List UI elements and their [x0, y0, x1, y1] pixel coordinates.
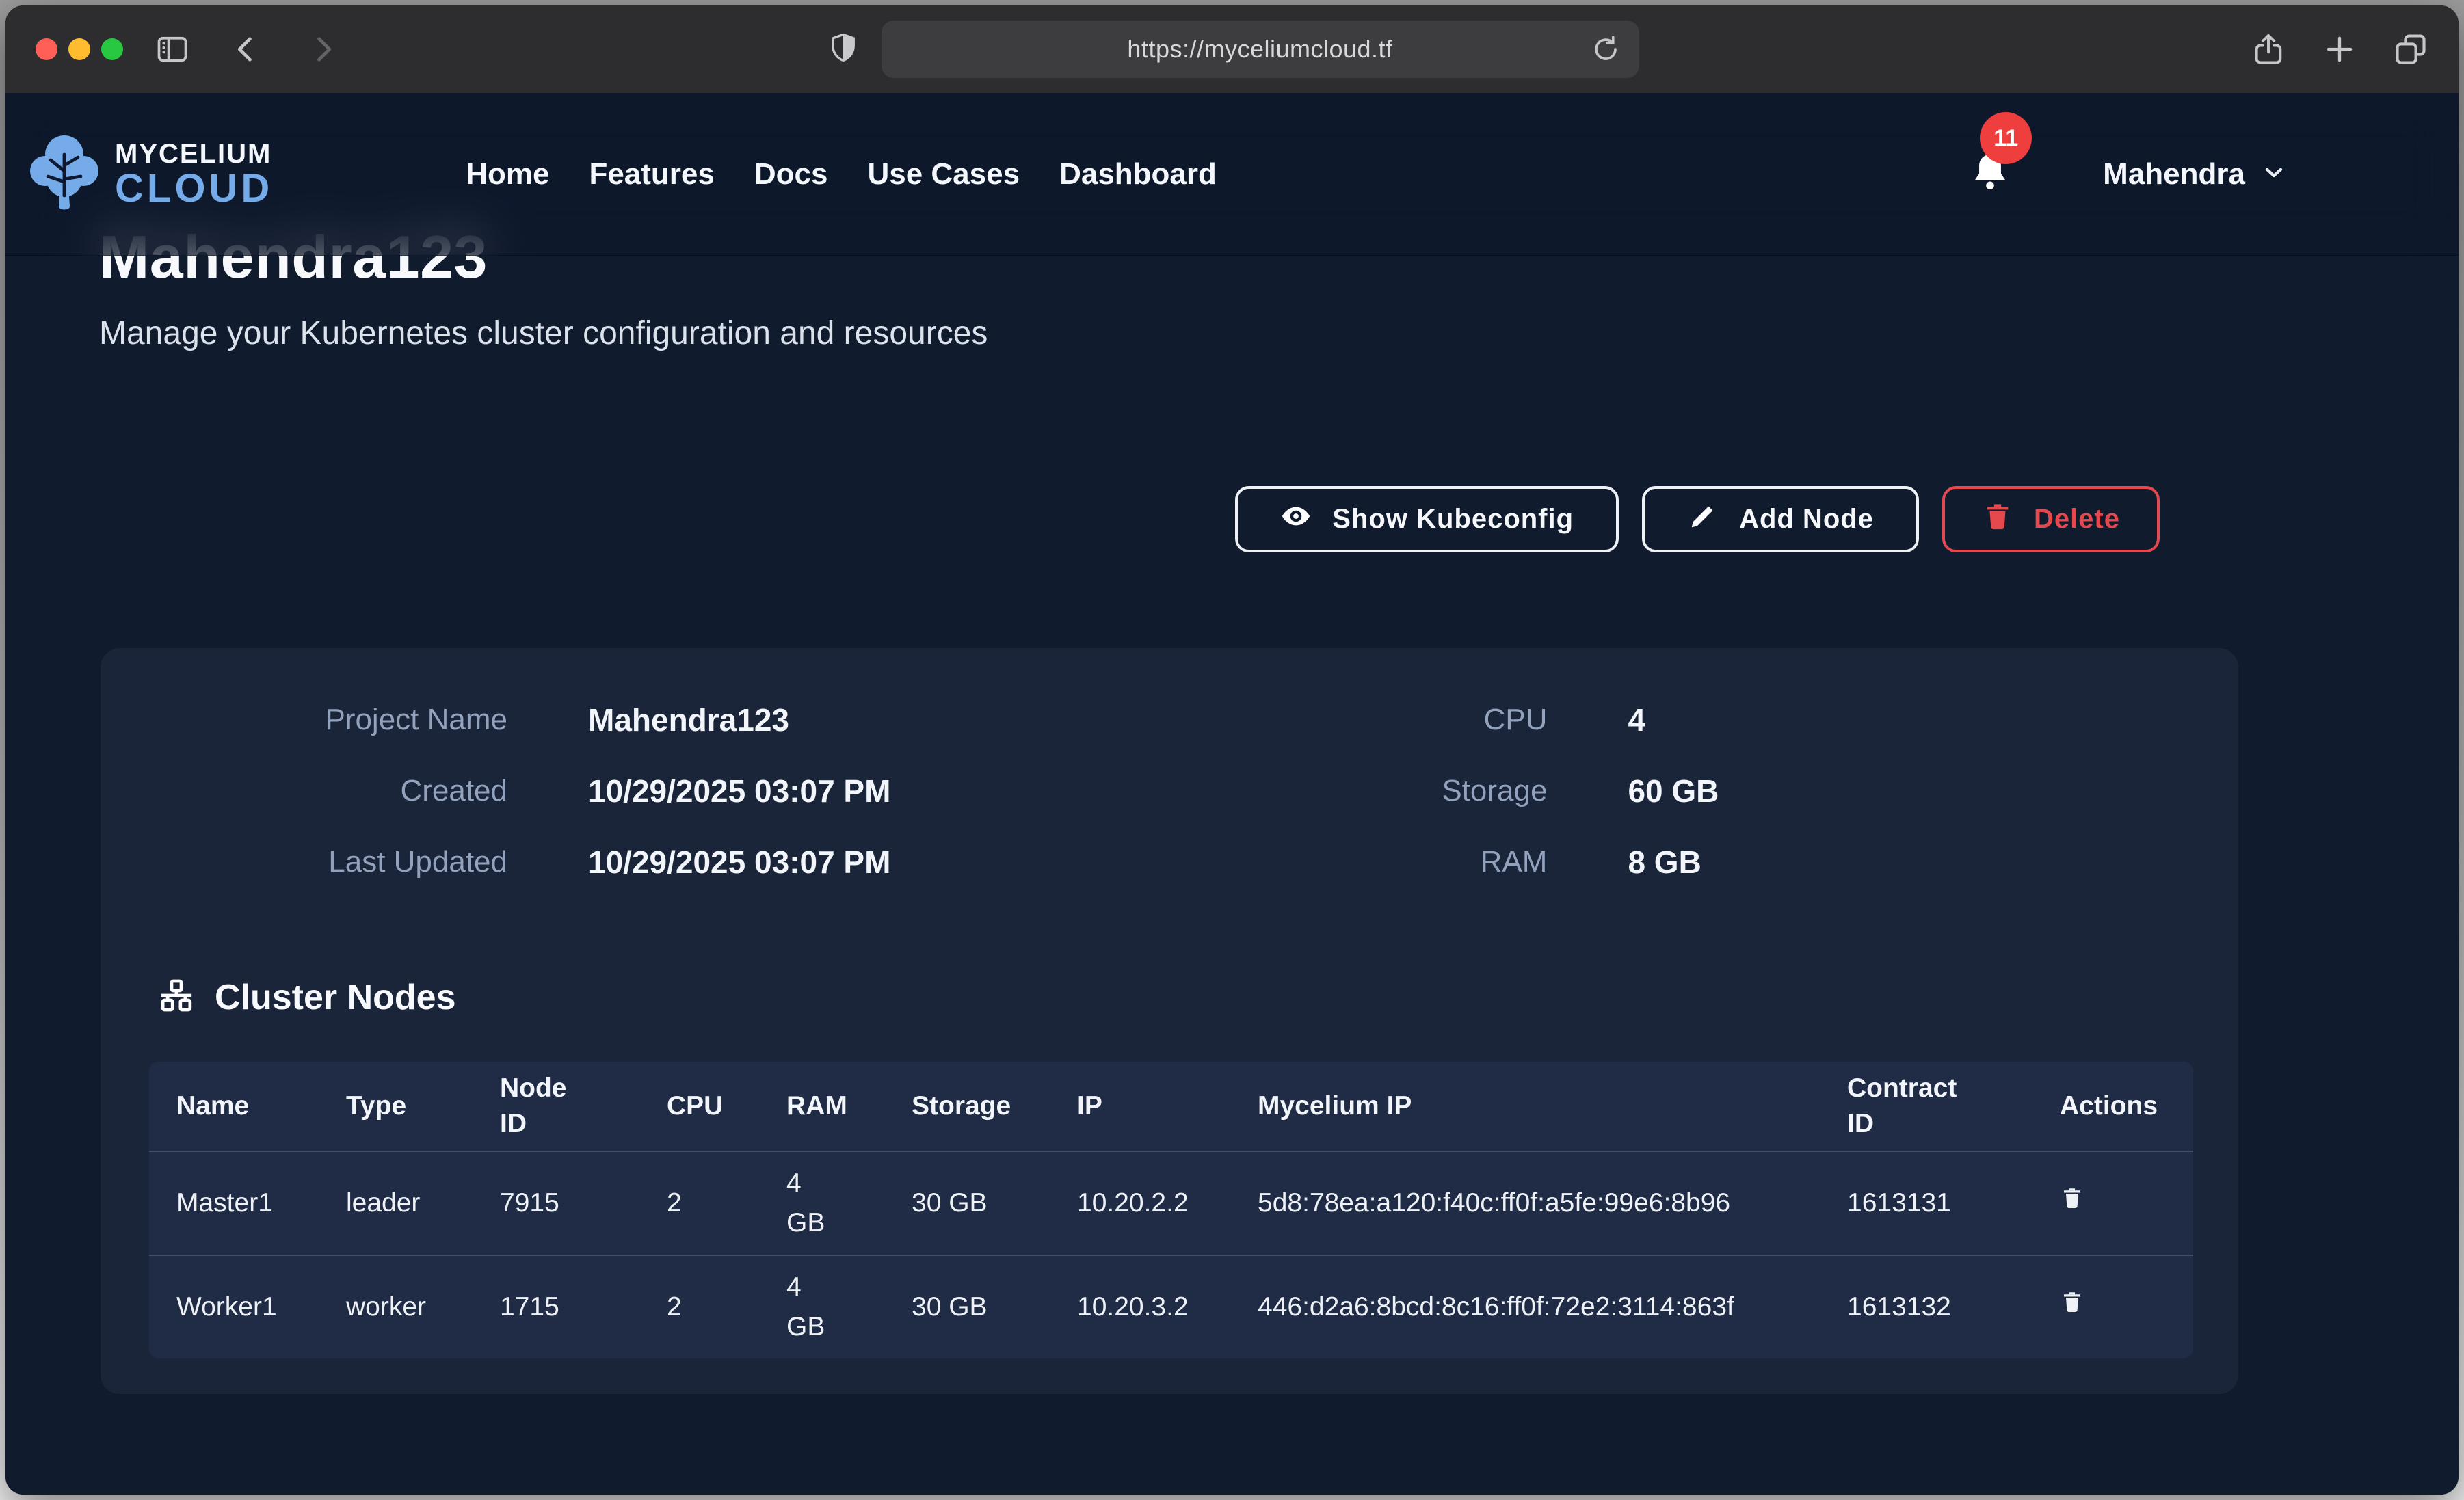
chevron-down-icon: [2260, 159, 2288, 189]
field-label: Created: [162, 774, 507, 808]
field-value: 60 GB: [1628, 773, 1719, 809]
field-label: Project Name: [162, 703, 507, 737]
cell-ram: 4 GB: [759, 1152, 884, 1255]
field-value: 10/29/2025 03:07 PM: [588, 844, 890, 881]
add-node-button[interactable]: Add Node: [1642, 486, 1919, 552]
cluster-actions: Show Kubeconfig Add Node: [5, 486, 2459, 552]
cell-ram: 4 GB: [759, 1256, 884, 1358]
nav-link-docs[interactable]: Docs: [754, 157, 828, 191]
field-label: Storage: [1260, 774, 1547, 808]
brand-name-bottom: CLOUD: [115, 169, 273, 209]
cell-node-id: 7915: [473, 1152, 639, 1255]
field-label: Last Updated: [162, 845, 507, 879]
column-header-ip: IP: [1050, 1062, 1230, 1151]
user-menu[interactable]: Mahendra: [2103, 157, 2288, 191]
table-row: Worker1 worker 1715 2 4 GB 30 GB 10.20.3…: [149, 1255, 2193, 1358]
eye-icon: [1280, 500, 1312, 539]
column-header-node-id: Node ID: [473, 1062, 639, 1151]
page-subtitle: Manage your Kubernetes cluster configura…: [99, 314, 2459, 352]
field-value: Mahendra123: [588, 701, 890, 738]
field-label: CPU: [1260, 703, 1547, 737]
trash-icon: [2060, 1183, 2084, 1225]
cell-contract-id: 1613131: [1820, 1152, 2032, 1255]
project-info-right: CPU 4 Storage 60 GB RAM 8 GB: [1260, 701, 1719, 881]
show-kubeconfig-button[interactable]: Show Kubeconfig: [1235, 486, 1619, 552]
url-text: https://myceliumcloud.tf: [1127, 35, 1392, 64]
new-tab-icon[interactable]: [2322, 31, 2357, 67]
column-header-name: Name: [149, 1062, 319, 1151]
brand-logo-icon: [23, 124, 105, 224]
cell-name: Master1: [149, 1152, 319, 1255]
site-viewport: Mahendra123 Manage your Kubernetes clust…: [5, 93, 2459, 1495]
project-info: Project Name Mahendra123 Created 10/29/2…: [101, 648, 2238, 881]
cell-contract-id: 1613132: [1820, 1256, 2032, 1358]
sidebar-toggle-icon[interactable]: [155, 31, 190, 67]
back-icon[interactable]: [228, 31, 264, 67]
delete-cluster-button[interactable]: Delete: [1942, 486, 2160, 552]
cell-storage: 30 GB: [884, 1152, 1050, 1255]
column-header-mycelium-ip: Mycelium IP: [1230, 1062, 1820, 1151]
project-info-card: Project Name Mahendra123 Created 10/29/2…: [101, 648, 2238, 1394]
field-label: RAM: [1260, 845, 1547, 879]
zoom-window-button[interactable]: [101, 38, 123, 60]
privacy-shield-icon[interactable]: [825, 30, 861, 69]
pencil-icon: [1687, 500, 1719, 539]
project-info-left: Project Name Mahendra123 Created 10/29/2…: [162, 701, 890, 881]
cell-ip: 10.20.2.2: [1050, 1152, 1230, 1255]
field-value: 10/29/2025 03:07 PM: [588, 773, 890, 809]
cell-type: worker: [319, 1256, 473, 1358]
browser-window: https://myceliumcloud.tf: [5, 5, 2459, 1495]
close-window-button[interactable]: [36, 38, 57, 60]
nav-link-use-cases[interactable]: Use Cases: [867, 157, 1020, 191]
notification-badge: 11: [1980, 112, 2032, 164]
brand-logo[interactable]: MYCELIUM CLOUD: [23, 124, 273, 224]
brand-name-top: MYCELIUM: [115, 140, 273, 168]
nav-link-dashboard[interactable]: Dashboard: [1059, 157, 1217, 191]
browser-toolbar: https://myceliumcloud.tf: [5, 5, 2459, 93]
notifications-button[interactable]: 11: [1968, 148, 2013, 200]
trash-icon: [1982, 500, 2013, 539]
user-name: Mahendra: [2103, 157, 2245, 191]
cell-name: Worker1: [149, 1256, 319, 1358]
bell-icon: [1968, 188, 2013, 200]
forward-icon[interactable]: [305, 31, 341, 67]
field-value: 4: [1628, 701, 1719, 738]
column-header-actions: Actions: [2032, 1062, 2193, 1151]
site-navbar: MYCELIUM CLOUD Home Features Docs Use Ca…: [5, 93, 2459, 256]
column-header-contract-id: Contract ID: [1820, 1062, 2032, 1151]
cell-cpu: 2: [639, 1152, 759, 1255]
page-content: Mahendra123 Manage your Kubernetes clust…: [5, 93, 2459, 1495]
tabs-overview-icon[interactable]: [2393, 31, 2428, 67]
cell-node-id: 1715: [473, 1256, 639, 1358]
table-row: Master1 leader 7915 2 4 GB 30 GB 10.20.2…: [149, 1152, 2193, 1255]
cell-storage: 30 GB: [884, 1256, 1050, 1358]
column-header-storage: Storage: [884, 1062, 1050, 1151]
field-value: 8 GB: [1628, 844, 1719, 881]
reload-icon[interactable]: [1590, 34, 1621, 65]
address-bar[interactable]: https://myceliumcloud.tf: [882, 21, 1639, 78]
cluster-nodes-heading: Cluster Nodes: [157, 976, 2238, 1018]
cell-mycelium-ip: 5d8:78ea:a120:f40c:ff0f:a5fe:99e6:8b96: [1230, 1152, 1820, 1255]
nav-link-home[interactable]: Home: [466, 157, 549, 191]
cluster-nodes-table: Name Type Node ID CPU RAM Storage IP Myc…: [149, 1062, 2193, 1358]
table-header-row: Name Type Node ID CPU RAM Storage IP Myc…: [149, 1062, 2193, 1152]
column-header-cpu: CPU: [639, 1062, 759, 1151]
column-header-type: Type: [319, 1062, 473, 1151]
network-nodes-icon: [157, 976, 196, 1018]
cell-actions: [2032, 1256, 2193, 1358]
cell-mycelium-ip: 446:d2a6:8bcd:8c16:ff0f:72e2:3114:863f: [1230, 1256, 1820, 1358]
delete-node-button[interactable]: [2060, 1287, 2084, 1329]
trash-icon: [2060, 1287, 2084, 1329]
share-icon[interactable]: [2251, 31, 2286, 67]
minimize-window-button[interactable]: [68, 38, 90, 60]
cell-actions: [2032, 1152, 2193, 1255]
cell-cpu: 2: [639, 1256, 759, 1358]
nav-link-features[interactable]: Features: [589, 157, 714, 191]
nav-links: Home Features Docs Use Cases Dashboard: [466, 157, 1217, 191]
window-controls: [36, 38, 123, 60]
column-header-ram: RAM: [759, 1062, 884, 1151]
cell-type: leader: [319, 1152, 473, 1255]
cell-ip: 10.20.3.2: [1050, 1256, 1230, 1358]
delete-node-button[interactable]: [2060, 1183, 2084, 1225]
